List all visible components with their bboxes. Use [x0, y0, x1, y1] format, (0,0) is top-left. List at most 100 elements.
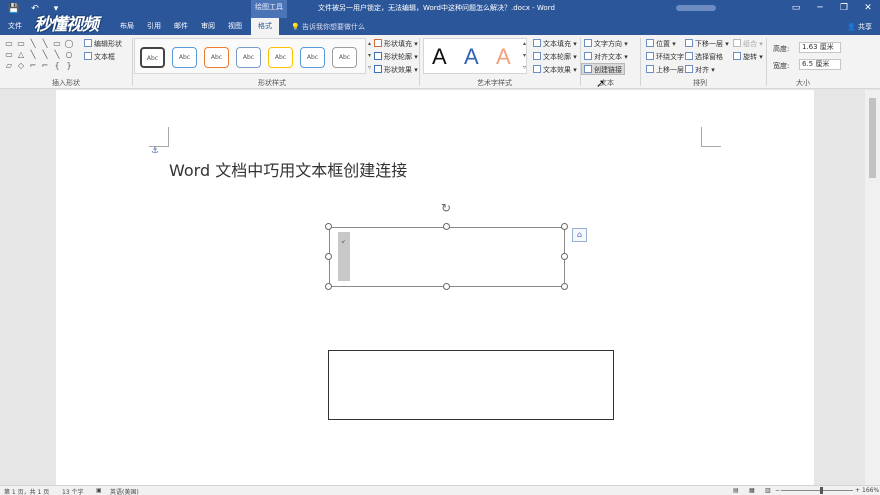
height-input[interactable]: 1.63 厘米: [799, 42, 841, 53]
selection-pane-button[interactable]: 选择窗格: [685, 52, 723, 62]
vertical-scrollbar[interactable]: [865, 90, 880, 485]
resize-handle-left[interactable]: [325, 253, 332, 260]
save-icon[interactable]: 💾: [8, 3, 20, 15]
shape-option-icon[interactable]: ◇: [15, 60, 27, 71]
resize-handle-top-left[interactable]: [325, 223, 332, 230]
shape-style-option[interactable]: Abc: [268, 47, 293, 68]
position-button[interactable]: 位置 ▾: [646, 39, 676, 49]
bring-forward-button[interactable]: 上移一层 ▾: [646, 65, 690, 75]
shape-style-option[interactable]: Abc: [172, 47, 197, 68]
edit-shape-button[interactable]: 编辑形状: [84, 39, 122, 49]
resize-handle-right[interactable]: [561, 253, 568, 260]
rotate-button[interactable]: 旋转 ▾: [733, 52, 763, 62]
align-text-button[interactable]: 对齐文本 ▾: [584, 52, 628, 62]
close-button[interactable]: ✕: [856, 0, 880, 18]
shape-option-icon[interactable]: ⌐: [39, 60, 51, 71]
text-fill-button[interactable]: 文本填充 ▾: [533, 39, 577, 49]
shape-style-option[interactable]: Abc: [300, 47, 325, 68]
tab-format[interactable]: 格式: [251, 18, 279, 35]
create-link-label: 创建链接: [594, 66, 622, 74]
shape-option-icon[interactable]: ╲: [39, 38, 51, 49]
shape-fill-button[interactable]: 形状填充 ▾: [374, 39, 418, 49]
shape-option-icon[interactable]: △: [15, 49, 27, 60]
shape-option-icon[interactable]: ▭: [3, 49, 15, 60]
print-layout-icon[interactable]: ▦: [749, 487, 755, 494]
resize-handle-bottom-left[interactable]: [325, 283, 332, 290]
shape-style-option[interactable]: Abc: [204, 47, 229, 68]
document-page[interactable]: [56, 90, 814, 485]
text-outline-button[interactable]: 文本轮廓 ▾: [533, 52, 577, 62]
shape-styles-scroll[interactable]: ▴ ▾ ▿: [366, 38, 373, 74]
restore-button[interactable]: ❐: [832, 0, 856, 18]
proofing-icon[interactable]: ▣: [96, 487, 102, 494]
shape-option-icon[interactable]: ╲: [51, 49, 63, 60]
wordart-style-option[interactable]: A: [432, 44, 447, 70]
layout-options-button[interactable]: ⌂: [572, 228, 587, 242]
text-direction-button[interactable]: 文字方向 ▾: [584, 39, 628, 49]
document-heading[interactable]: Word 文档中巧用文本框创建连接: [169, 157, 407, 181]
resize-handle-bottom-right[interactable]: [561, 283, 568, 290]
wordart-scroll[interactable]: ▴ ▾ ▿: [521, 38, 528, 74]
rotate-handle-icon[interactable]: ↻: [441, 201, 451, 215]
title-bar: 💾 ↶ ▾ 绘图工具 文件被另一用户锁定，无法编辑，Word中这种问题怎么解决？…: [0, 0, 880, 18]
tell-me-search[interactable]: 💡 告诉我你想要做什么: [291, 22, 365, 32]
zoom-level[interactable]: 166%: [862, 487, 879, 494]
shape-option-icon[interactable]: ▭: [15, 38, 27, 49]
shape-option-icon[interactable]: {: [51, 60, 63, 71]
text-box-1[interactable]: [329, 227, 565, 287]
shape-option-icon[interactable]: ▭: [51, 38, 63, 49]
zoom-slider-thumb[interactable]: [820, 487, 823, 494]
page-count[interactable]: 第 1 页，共 1 页: [4, 487, 49, 495]
resize-handle-top-right[interactable]: [561, 223, 568, 230]
shape-option-icon[interactable]: ⌐: [27, 60, 39, 71]
text-box-2[interactable]: [328, 350, 614, 420]
group-button[interactable]: 组合 ▾: [733, 39, 763, 49]
shape-option-icon[interactable]: ╲: [39, 49, 51, 60]
shape-option-icon[interactable]: ◯: [63, 38, 75, 49]
width-input[interactable]: 6.5 厘米: [799, 59, 841, 70]
shape-option-icon[interactable]: ▭: [3, 38, 15, 49]
resize-handle-top[interactable]: [443, 223, 450, 230]
shape-style-option[interactable]: Abc: [332, 47, 357, 68]
shape-style-option[interactable]: Abc: [140, 47, 165, 68]
shapes-gallery[interactable]: ▭ ▭ ╲ ╲ ▭ ◯ ▭ △ ╲ ╲ ╲ ○ ▱ ◇ ⌐ ⌐{}: [3, 38, 75, 72]
align-button[interactable]: 对齐 ▾: [685, 65, 715, 75]
text-effects-button[interactable]: 文本效果 ▾: [533, 65, 577, 75]
tab-file[interactable]: 文件: [8, 21, 22, 31]
scrollbar-thumb[interactable]: [869, 98, 876, 178]
language[interactable]: 英语(美国): [110, 487, 139, 495]
shape-option-icon[interactable]: ▱: [3, 60, 15, 71]
zoom-slider[interactable]: [781, 490, 853, 491]
shape-option-icon[interactable]: ○: [63, 49, 75, 60]
wordart-style-option[interactable]: A: [496, 44, 511, 70]
word-count[interactable]: 13 个字: [62, 487, 84, 495]
read-mode-icon[interactable]: ▤: [733, 487, 739, 494]
account-name[interactable]: [676, 5, 716, 11]
share-button[interactable]: 👤 共享: [847, 22, 872, 32]
resize-handle-bottom[interactable]: [443, 283, 450, 290]
tab-references[interactable]: 引用: [147, 21, 161, 31]
web-layout-icon[interactable]: ▥: [765, 487, 771, 494]
shape-style-option[interactable]: Abc: [236, 47, 261, 68]
wrap-text-button[interactable]: 环绕文字 ▾: [646, 52, 690, 62]
shape-option-icon[interactable]: ╲: [27, 38, 39, 49]
wordart-style-option[interactable]: A: [464, 44, 479, 70]
tab-review[interactable]: 审阅: [201, 21, 215, 31]
zoom-in-button[interactable]: +: [855, 487, 860, 494]
minimize-button[interactable]: ─: [808, 0, 832, 18]
shape-effects-label: 形状效果: [384, 66, 412, 74]
tab-layout[interactable]: 布局: [120, 21, 134, 31]
zoom-out-button[interactable]: −: [775, 487, 780, 494]
create-link-button[interactable]: 创建链接: [584, 65, 622, 75]
text-box-button[interactable]: 文本框: [84, 52, 115, 62]
shape-option-icon[interactable]: }: [63, 60, 75, 71]
shape-effects-button[interactable]: 形状效果 ▾: [374, 65, 418, 75]
margin-crop-mark: [149, 127, 169, 147]
shape-outline-button[interactable]: 形状轮廓 ▾: [374, 52, 418, 62]
shape-option-icon[interactable]: ╲: [27, 49, 39, 60]
send-backward-button[interactable]: 下移一层 ▾: [685, 39, 729, 49]
tab-view[interactable]: 视图: [228, 21, 242, 31]
tab-mailings[interactable]: 邮件: [174, 21, 188, 31]
align-text-icon: [584, 52, 592, 60]
ribbon-display-options-icon[interactable]: ▭: [784, 0, 808, 18]
